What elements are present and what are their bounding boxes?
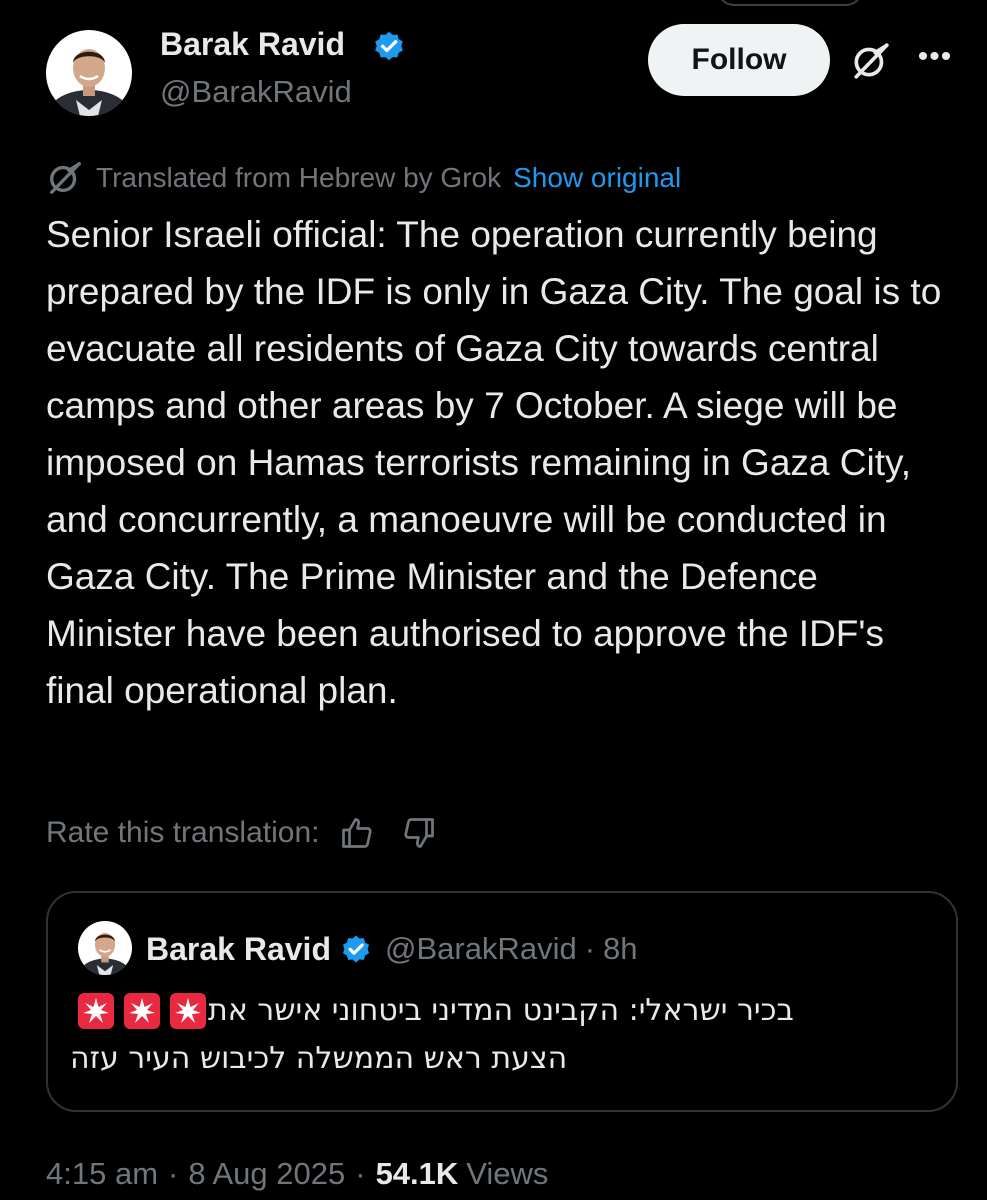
quote-author-name[interactable]: Barak Ravid	[146, 931, 331, 968]
verified-badge-icon	[371, 28, 407, 64]
tweet-date[interactable]: 8 Aug 2025	[188, 1156, 345, 1192]
verified-badge-icon	[339, 932, 373, 966]
top-button-edge	[717, 0, 863, 6]
meta-separator: ·	[355, 1156, 366, 1191]
thumbs-up-icon[interactable]	[339, 815, 375, 851]
translation-note: Translated from Hebrew by Grok Show orig…	[46, 160, 681, 196]
siren-emoji-icon	[168, 991, 208, 1031]
siren-emoji-icon	[76, 991, 116, 1031]
tweet-meta: 4:15 am · 8 Aug 2025 · 54.1K Views	[46, 1152, 548, 1196]
translated-from-text: Translated from Hebrew by Grok	[96, 162, 502, 193]
quote-text-line: בכיר ישראלי: הקבינט המדיני ביטחוני אישר …	[70, 987, 930, 1035]
views-count: 54.1K	[375, 1156, 459, 1191]
grok-icon	[46, 159, 84, 197]
views-label: Views	[466, 1156, 549, 1191]
quote-text-line-1: בכיר ישראלי: הקבינט המדיני ביטחוני אישר …	[208, 993, 794, 1028]
quote-header: Barak Ravid @BarakRavid · 8h	[146, 929, 638, 969]
quote-timestamp[interactable]: 8h	[603, 931, 637, 967]
quote-text: בכיר ישראלי: הקבינט המדיני ביטחוני אישר …	[70, 987, 930, 1083]
quote-text-line-2: הצעת ראש הממשלה לכיבוש העיר עזה	[70, 1041, 568, 1076]
tweet-text: Senior Israeli official: The operation c…	[46, 214, 952, 711]
quote-text-line: הצעת ראש הממשלה לכיבוש העיר עזה	[70, 1035, 930, 1083]
more-icon[interactable]: •••	[913, 40, 957, 74]
author-handle[interactable]: @BarakRavid	[160, 74, 352, 110]
tweet-time[interactable]: 4:15 am	[46, 1156, 158, 1192]
quote-avatar[interactable]	[78, 921, 132, 975]
grok-icon[interactable]	[850, 40, 892, 82]
rate-translation-row: Rate this translation:	[46, 812, 437, 854]
author-name[interactable]: Barak Ravid	[160, 26, 345, 63]
follow-button[interactable]: Follow	[648, 24, 830, 96]
meta-separator: ·	[168, 1156, 179, 1191]
quoted-tweet-card[interactable]: Barak Ravid @BarakRavid · 8h בכיר ישראלי…	[46, 891, 958, 1112]
siren-emoji-group	[70, 991, 208, 1031]
rate-translation-label: Rate this translation:	[46, 816, 320, 849]
quote-separator: ·	[584, 931, 596, 966]
thumbs-down-icon[interactable]	[401, 815, 437, 851]
show-original-link[interactable]: Show original	[513, 162, 681, 194]
siren-emoji-icon	[122, 991, 162, 1031]
avatar[interactable]	[46, 30, 132, 116]
quote-author-handle[interactable]: @BarakRavid	[385, 931, 577, 967]
